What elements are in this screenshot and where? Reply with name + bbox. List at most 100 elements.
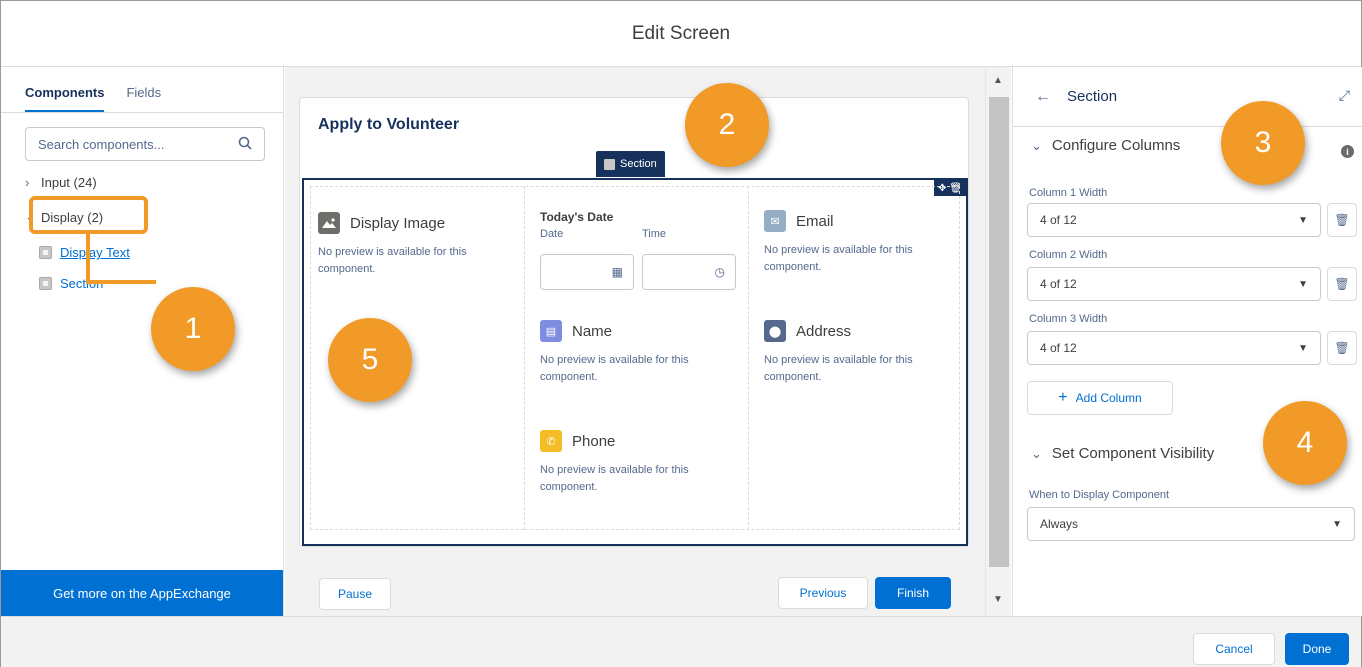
back-arrow-icon[interactable]: ← [1035,88,1051,106]
previous-button[interactable]: Previous [778,577,868,609]
highlight-connector [86,280,156,284]
date-label: Date [540,228,564,240]
configure-columns-title: Configure Columns [1051,137,1181,154]
preview-note: No preview is available for this compone… [764,354,913,383]
email-component[interactable]: ✉ Email No preview is available for this… [764,210,954,276]
add-column-button[interactable]: + Add Column [1027,381,1173,415]
phone-component[interactable]: ✆ Phone No preview is available for this… [540,430,730,496]
callout-1: 1 [151,287,235,371]
display-image-head: Display Image [318,212,508,234]
preview-note: No preview is available for this compone… [764,244,913,273]
visibility-select[interactable]: Always ▼ [1027,507,1355,541]
name-component[interactable]: ▤ Name No preview is available for this … [540,320,730,386]
display-text-icon [39,246,52,259]
time-input[interactable]: ◷ [642,254,736,290]
panel-tabs: Components Fields [1,67,283,113]
highlight-box [29,196,148,234]
component-search [25,127,265,161]
column-1-width-value: 4 of 12 [1040,213,1077,227]
delete-column-1-button[interactable]: 🗑 [1327,203,1357,237]
name-head: ▤ Name [540,320,730,342]
visibility-value: Always [1040,517,1079,531]
display-image-title: Display Image [350,214,446,232]
clock-icon: ◷ [714,265,725,279]
address-title: Address [796,322,852,340]
column-2-width-select[interactable]: 4 of 12 ▼ [1027,267,1321,301]
callout-3: 3 [1221,101,1305,185]
address-component[interactable]: ⬤ Address No preview is available for th… [764,320,954,386]
tab-components[interactable]: Components [25,85,105,112]
scroll-down-icon[interactable]: ▼ [993,594,1003,605]
finish-button[interactable]: Finish [875,577,951,609]
preview-note: No preview is available for this compone… [540,464,689,493]
callout-5: 5 [328,318,412,402]
image-icon [318,212,340,234]
section-tag-label: Section [620,158,657,170]
date-input[interactable]: ▦ [540,254,634,290]
trash-icon: 🗑 [1334,277,1350,291]
app-frame: Edit Screen Components Fields › Input (2… [0,0,1362,667]
properties-header: ← Section ⤢ [1013,67,1362,127]
group-input[interactable]: › Input (24) [25,175,97,190]
time-label: Time [642,228,667,240]
dropdown-caret-icon: ▼ [1298,214,1308,226]
section-icon [604,158,615,170]
scroll-up-icon[interactable]: ▲ [993,75,1003,86]
pause-button[interactable]: Pause [319,578,391,610]
phone-icon: ✆ [540,430,562,452]
tab-fields[interactable]: Fields [126,85,161,112]
calendar-icon: ▦ [611,265,623,279]
display-text-label: Display Text [60,245,130,260]
canvas-scrollbar[interactable]: ▲ ▼ [985,67,1011,616]
column-3-width-select[interactable]: 4 of 12 ▼ [1027,331,1321,365]
add-column-label: Add Column [1075,391,1142,405]
delete-column-3-button[interactable]: 🗑 [1327,331,1357,365]
chevron-down-icon: ⌄ [1031,137,1042,153]
column-2-width-value: 4 of 12 [1040,277,1077,291]
configure-columns-header[interactable]: ⌄ Configure Columns [1031,137,1180,154]
email-icon: ✉ [764,210,786,232]
appexchange-button[interactable]: Get more on the AppExchange [1,570,283,616]
dropdown-caret-icon: ▼ [1298,278,1308,290]
search-icon[interactable] [238,136,252,153]
screen-footer: Pause Previous Finish [285,563,985,613]
modal-header: Edit Screen [1,1,1361,67]
column-3-width-label: Column 3 Width [1029,313,1108,325]
column-2-width-label: Column 2 Width [1029,249,1108,261]
chevron-down-icon: ⌄ [1031,445,1042,461]
visibility-title: Set Component Visibility [1051,445,1215,462]
highlight-connector [86,234,90,284]
address-head: ⬤ Address [764,320,954,342]
plus-icon: + [1058,389,1068,406]
component-display-text[interactable]: Display Text [39,245,130,260]
dropdown-caret-icon: ▼ [1332,518,1342,530]
callout-4: 4 [1263,401,1347,485]
cancel-button[interactable]: Cancel [1193,633,1275,665]
done-button[interactable]: Done [1285,633,1349,665]
visibility-header[interactable]: ⌄ Set Component Visibility [1031,445,1214,462]
chevron-right-icon: › [25,175,30,190]
display-image-component[interactable]: Display Image No preview is available fo… [318,212,508,278]
date-time-component[interactable]: Today's Date Date Time [540,210,666,240]
delete-column-2-button[interactable]: 🗑 [1327,267,1357,301]
callout-2: 2 [685,83,769,167]
column-1-width-label: Column 1 Width [1029,187,1108,199]
location-icon: ⬤ [764,320,786,342]
column-1-width-select[interactable]: 4 of 12 ▼ [1027,203,1321,237]
column-divider [748,186,749,530]
expand-icon[interactable]: ⤢ [1339,87,1350,104]
scroll-thumb[interactable] [989,97,1009,567]
search-input[interactable] [38,136,238,152]
name-title: Name [572,322,613,340]
column-divider [524,186,525,530]
screen-card: Apply to Volunteer Section ✥ 🗑 Display I… [299,97,969,547]
phone-title: Phone [572,432,616,450]
components-panel: Components Fields › Input (24) ⌄ Display… [1,67,284,616]
group-input-label: Input (24) [41,175,97,190]
dropdown-caret-icon: ▼ [1298,342,1308,354]
column-3-width-value: 4 of 12 [1040,341,1077,355]
visibility-label: When to Display Component [1029,489,1170,501]
modal-footer: Cancel Done [1,616,1361,667]
info-icon[interactable]: i [1341,145,1354,158]
section-tag[interactable]: Section [596,151,665,177]
